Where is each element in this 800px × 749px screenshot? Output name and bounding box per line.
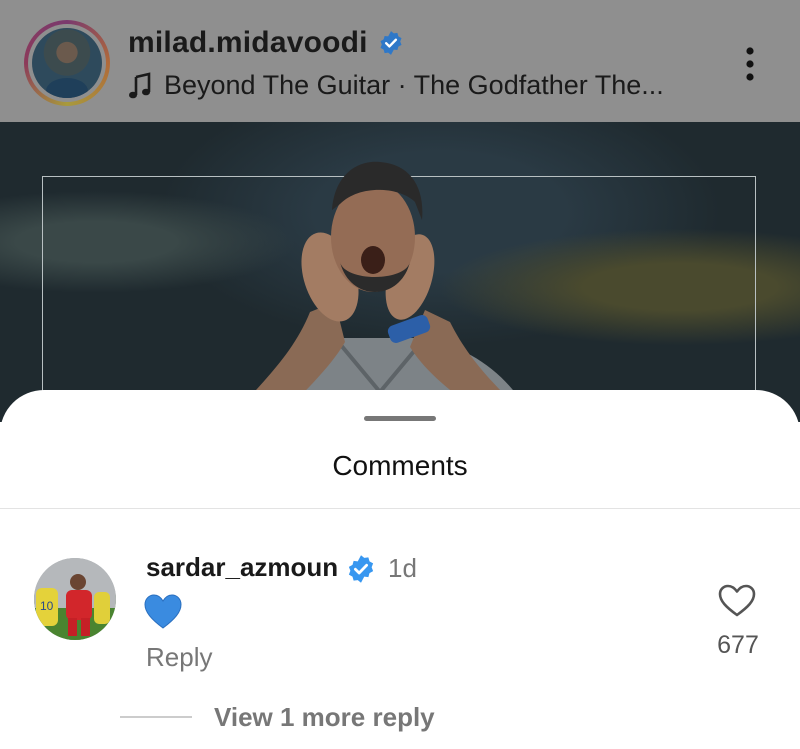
header-divider [0, 508, 800, 509]
comment-username[interactable]: sardar_azmoun [146, 552, 338, 583]
story-avatar[interactable] [24, 20, 110, 106]
post-header: milad.midavoodi Beyond The Guitar · The … [0, 0, 800, 122]
view-more-replies-button[interactable]: View 1 more reply [214, 702, 435, 733]
comment-timestamp: 1d [388, 553, 417, 583]
verified-badge-icon [348, 555, 374, 583]
verified-badge-icon [380, 31, 402, 55]
post-image [0, 122, 800, 422]
music-note-icon [129, 71, 151, 98]
coach-photo [227, 161, 535, 422]
profile-photo [32, 28, 102, 98]
more-options-icon[interactable] [740, 46, 760, 82]
heart-like-icon[interactable] [718, 584, 756, 618]
like-count: 677 [717, 631, 759, 659]
music-row[interactable]: Beyond The Guitar · The Godfather The... [128, 70, 664, 101]
comments-sheet: Comments 10 sardar_azmoun 1d Reply 677 V… [0, 390, 800, 749]
sheet-title: Comments [332, 450, 468, 481]
svg-text:10: 10 [40, 599, 54, 613]
sheet-drag-handle[interactable] [364, 416, 436, 421]
comment-avatar[interactable]: 10 [34, 558, 116, 640]
post-username[interactable]: milad.midavoodi [128, 26, 368, 60]
reply-button[interactable]: Reply [146, 642, 212, 673]
replies-divider-line [120, 716, 192, 718]
music-title: Beyond The Guitar · The Godfather The... [164, 70, 664, 100]
blue-heart-emoji-icon [144, 594, 182, 629]
